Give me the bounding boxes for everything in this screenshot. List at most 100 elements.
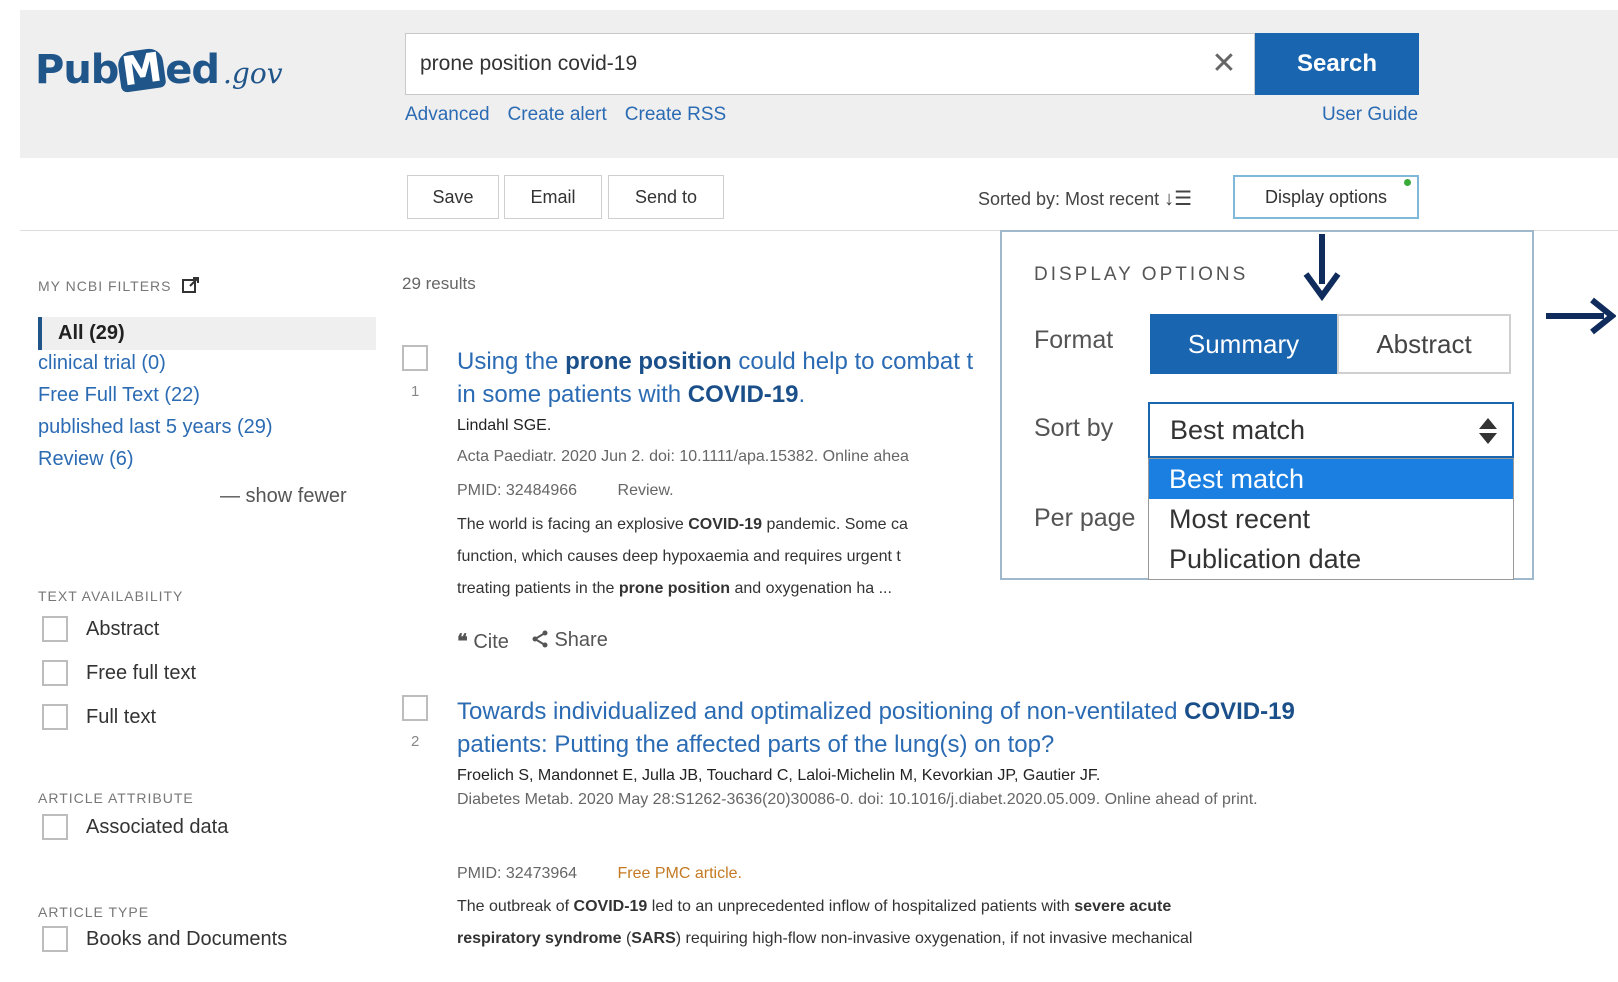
format-abstract-button[interactable]: Abstract bbox=[1337, 314, 1511, 374]
article-type-heading: ARTICLE TYPE bbox=[38, 904, 150, 920]
result-checkbox[interactable] bbox=[402, 695, 428, 721]
logo-gov: .gov bbox=[223, 57, 283, 91]
filter-free-full-text-checkbox-row[interactable]: Free full text bbox=[42, 660, 196, 686]
free-pmc-tag: Free PMC article. bbox=[617, 865, 742, 882]
option-best-match[interactable]: Best match bbox=[1149, 459, 1513, 499]
snippet-text: and oxygenation ha ... bbox=[730, 580, 892, 597]
send-to-button[interactable]: Send to bbox=[608, 175, 724, 219]
snippet-highlight: severe acute bbox=[1074, 898, 1172, 915]
create-rss-link[interactable]: Create RSS bbox=[625, 104, 726, 126]
filter-clinical-trial[interactable]: clinical trial (0) bbox=[38, 352, 166, 375]
sort-by-label: Sort by bbox=[1034, 414, 1114, 442]
text-availability-heading: TEXT AVAILABILITY bbox=[38, 588, 184, 604]
clear-search-icon[interactable]: ✕ bbox=[1206, 46, 1242, 82]
select-updown-icon bbox=[1479, 418, 1497, 444]
result-pmid: PMID: 32484966 bbox=[457, 482, 578, 499]
result-checkbox[interactable] bbox=[402, 345, 428, 371]
my-ncbi-filters-label: MY NCBI FILTERS bbox=[38, 278, 172, 294]
title-highlight: prone position bbox=[565, 348, 732, 375]
title-highlight: COVID-19 bbox=[1184, 698, 1295, 725]
down-arrow-icon bbox=[1303, 234, 1341, 302]
title-highlight: COVID-19 bbox=[687, 381, 799, 408]
books-documents-checkbox[interactable] bbox=[42, 926, 68, 952]
snippet-highlight: COVID-19 bbox=[688, 516, 763, 533]
result-title-link[interactable]: Towards individualized and optimalized p… bbox=[457, 695, 1357, 761]
logo-pub: Pub bbox=[35, 47, 119, 93]
status-dot-icon bbox=[1404, 179, 1411, 186]
sort-order-icon[interactable]: ↓☰ bbox=[1164, 188, 1192, 210]
quote-icon: ❝ bbox=[457, 631, 468, 653]
advanced-link[interactable]: Advanced bbox=[405, 104, 490, 126]
email-button[interactable]: Email bbox=[504, 175, 602, 219]
sort-by-select[interactable]: Best match bbox=[1148, 402, 1514, 458]
logo-ed: ed bbox=[165, 47, 220, 93]
logo-med: Med bbox=[116, 45, 220, 95]
per-page-label: Per page bbox=[1034, 504, 1136, 532]
result-number: 1 bbox=[411, 383, 420, 400]
display-options-button[interactable]: Display options bbox=[1233, 175, 1419, 219]
books-documents-label: Books and Documents bbox=[86, 927, 288, 950]
save-button[interactable]: Save bbox=[407, 175, 499, 219]
display-options-label: Display options bbox=[1264, 186, 1388, 207]
result-number: 2 bbox=[411, 733, 420, 750]
title-text: Towards individualized and optimalized p… bbox=[457, 698, 1185, 725]
filter-all[interactable]: All (29) bbox=[38, 317, 376, 350]
snippet-text: ( bbox=[621, 930, 632, 947]
result-type-tag: Review. bbox=[617, 482, 674, 499]
snippet-text: function, which causes deep hypoxaemia a… bbox=[457, 548, 901, 565]
title-text: patients: Putting the affected parts of … bbox=[457, 731, 1055, 758]
article-attribute-heading: ARTICLE ATTRIBUTE bbox=[38, 790, 194, 806]
result-item: 2 Towards individualized and optimalized… bbox=[402, 695, 1362, 982]
option-most-recent[interactable]: Most recent bbox=[1149, 499, 1513, 539]
abstract-label: Abstract bbox=[86, 617, 160, 640]
snippet-text: ) requiring high-flow non-invasive oxyge… bbox=[675, 930, 1193, 947]
search-input[interactable] bbox=[406, 34, 1166, 94]
cite-button[interactable]: ❝ Cite bbox=[457, 629, 509, 654]
filter-associated-data[interactable]: Associated data bbox=[42, 814, 228, 840]
snippet-highlight: SARS bbox=[631, 930, 676, 947]
title-text: could help to combat t bbox=[731, 348, 974, 375]
filter-full-text[interactable]: Full text bbox=[42, 704, 156, 730]
result-citation: Diabetes Metab. 2020 May 28:S1262-3636(2… bbox=[457, 791, 1258, 808]
logo-m: M bbox=[116, 45, 167, 95]
full-text-checkbox[interactable] bbox=[42, 704, 68, 730]
format-summary-button[interactable]: Summary bbox=[1150, 314, 1337, 374]
snippet-text: treating patients in the bbox=[457, 580, 619, 597]
filter-free-full-text[interactable]: Free Full Text (22) bbox=[38, 384, 200, 407]
create-alert-link[interactable]: Create alert bbox=[508, 104, 607, 126]
result-authors: Lindahl SGE. bbox=[457, 417, 552, 434]
snippet-highlight: COVID-19 bbox=[573, 898, 648, 915]
show-fewer-link[interactable]: — show fewer bbox=[220, 485, 347, 508]
pubmed-logo[interactable]: Pub Med .gov bbox=[35, 30, 283, 96]
filter-books-documents[interactable]: Books and Documents bbox=[42, 926, 287, 952]
result-actions: ❝ Cite Share bbox=[457, 629, 608, 654]
my-ncbi-filters-heading[interactable]: MY NCBI FILTERS bbox=[38, 276, 200, 294]
sorted-by-control[interactable]: Sorted by: Most recent ↓☰ bbox=[978, 186, 1192, 211]
snippet-text: The outbreak of bbox=[457, 898, 574, 915]
user-guide-link[interactable]: User Guide bbox=[1322, 104, 1418, 126]
associated-data-checkbox[interactable] bbox=[42, 814, 68, 840]
display-options-title: DISPLAY OPTIONS bbox=[1034, 264, 1249, 285]
filter-abstract[interactable]: Abstract bbox=[42, 616, 159, 642]
snippet-text: led to an unprecedented inflow of hospit… bbox=[647, 898, 1075, 915]
snippet-highlight: respiratory syndrome bbox=[457, 930, 622, 947]
search-button[interactable]: Search bbox=[1255, 33, 1419, 95]
result-pmid: PMID: 32473964 bbox=[457, 865, 578, 882]
option-publication-date[interactable]: Publication date bbox=[1149, 539, 1513, 579]
associated-data-label: Associated data bbox=[86, 815, 229, 838]
snippet-highlight: prone position bbox=[618, 580, 730, 597]
external-link-icon bbox=[182, 277, 200, 293]
abstract-checkbox[interactable] bbox=[42, 616, 68, 642]
filter-review[interactable]: Review (6) bbox=[38, 448, 134, 471]
sort-by-value: Best match bbox=[1170, 415, 1306, 445]
share-icon bbox=[532, 630, 548, 648]
title-text: in some patients with bbox=[457, 381, 688, 408]
result-pmid-row: PMID: 32473964 Free PMC article. bbox=[457, 865, 742, 883]
results-count: 29 results bbox=[402, 274, 476, 293]
free-full-text-checkbox[interactable] bbox=[42, 660, 68, 686]
share-button[interactable]: Share bbox=[531, 629, 608, 654]
right-arrow-icon bbox=[1546, 297, 1616, 335]
filter-last-5-years[interactable]: published last 5 years (29) bbox=[38, 416, 273, 439]
full-text-label: Full text bbox=[86, 705, 157, 728]
result-snippet: The outbreak of COVID-19 led to an unpre… bbox=[457, 891, 1357, 955]
